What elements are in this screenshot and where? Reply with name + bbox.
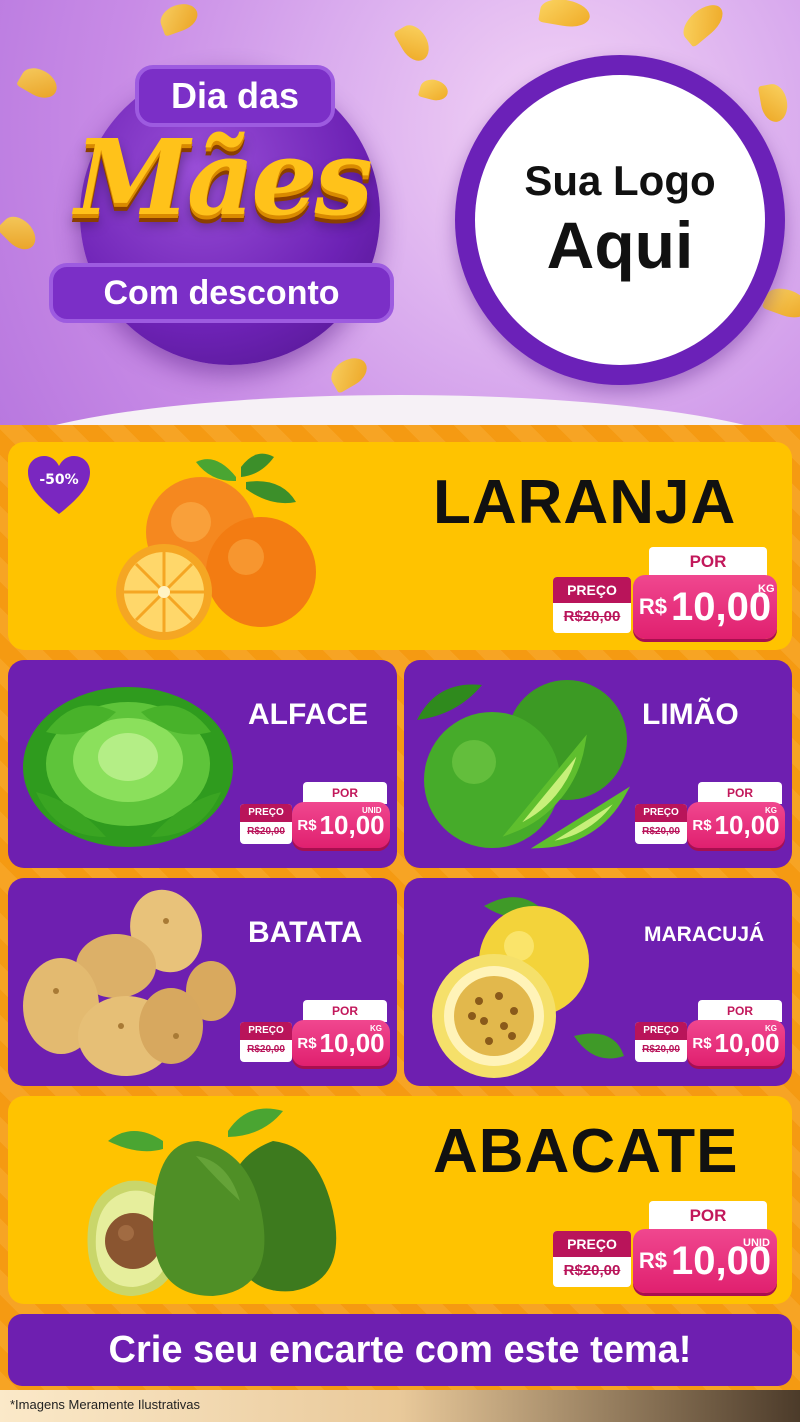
currency: R$ — [638, 594, 667, 619]
preco-box: PREÇO R$20,00 — [553, 1231, 631, 1287]
petal-decoration — [417, 76, 451, 104]
old-price: R$20,00 — [642, 1044, 680, 1055]
orange-icon — [116, 453, 316, 640]
preco-box: PREÇO R$20,00 — [240, 1022, 292, 1062]
product-card-maracuja[interactable]: MARACUJÁ POR PREÇO R$20,00 R$ 10,00 KG — [404, 878, 792, 1086]
potato-icon — [23, 889, 236, 1076]
currency: R$ — [692, 1034, 712, 1052]
price-tag: POR PREÇO R$20,00 R$ 10,00 UNID — [553, 1201, 778, 1301]
old-price: R$20,00 — [563, 1262, 621, 1279]
logo-inner: Sua Logo Aqui — [475, 75, 765, 365]
price-unit: KG — [758, 583, 775, 595]
price-tag: POR PREÇO R$20,00 R$ 10,00 KG — [635, 782, 787, 852]
por-label: POR — [303, 782, 387, 804]
lime-icon — [417, 680, 630, 849]
currency: R$ — [638, 1248, 667, 1273]
badge-main-title: Mães — [74, 116, 373, 239]
preco-box: PREÇO R$20,00 — [635, 1022, 687, 1062]
currency: R$ — [692, 816, 712, 834]
logo-line-2: Aqui — [546, 208, 694, 282]
cta-banner[interactable]: Crie seu encarte com este tema! — [8, 1314, 792, 1386]
discount-badge-text: -50% — [39, 472, 79, 488]
product-name: ABACATE — [433, 1117, 739, 1186]
logo-placeholder[interactable]: Sua Logo Aqui — [455, 55, 785, 385]
preco-box: PREÇO R$20,00 — [635, 804, 687, 844]
preco-label: PREÇO — [553, 1231, 631, 1257]
product-name: LIMÃO — [642, 698, 739, 731]
passion-fruit-icon — [432, 897, 624, 1078]
product-card-laranja[interactable]: -50% LARANJA POR PREÇO R$20,00 R$ 10,00 … — [8, 442, 792, 650]
hero-banner: Dia das Mães Com desconto Sua Logo Aqui — [0, 0, 800, 430]
lettuce-icon — [23, 687, 233, 847]
product-card-abacate[interactable]: ABACATE POR PREÇO R$20,00 R$ 10,00 UNID — [8, 1096, 792, 1304]
preco-label: PREÇO — [553, 577, 631, 603]
preco-label: PREÇO — [240, 804, 292, 822]
product-name: MARACUJÁ — [644, 923, 765, 946]
new-price: R$ 10,00 — [633, 575, 777, 639]
footer-disclaimer: *Imagens Meramente Ilustrativas — [10, 1397, 201, 1412]
price-tag: POR PREÇO R$20,00 R$ 10,00 KG — [635, 1000, 787, 1070]
por-label: POR — [303, 1000, 387, 1022]
price-tag: POR PREÇO R$20,00 R$ 10,00 KG — [240, 1000, 392, 1070]
badge-bottom-label: Com desconto — [49, 263, 394, 323]
old-price: R$20,00 — [247, 1044, 285, 1055]
petal-decoration — [538, 0, 592, 31]
old-price: R$20,00 — [247, 826, 285, 837]
preco-label: PREÇO — [635, 1022, 687, 1040]
price-unit: KG — [765, 1024, 777, 1033]
product-name: ALFACE — [248, 698, 368, 731]
old-price: R$20,00 — [642, 826, 680, 837]
mothers-day-badge: Dia das Mães Com desconto — [25, 55, 420, 385]
price-unit: UNID — [743, 1237, 770, 1249]
petal-decoration — [156, 0, 202, 37]
preco-label: PREÇO — [635, 804, 687, 822]
currency: R$ — [297, 816, 317, 834]
petal-decoration — [757, 82, 791, 124]
price-tag: POR PREÇO R$20,00 R$ 10,00 UNID — [240, 782, 392, 852]
product-card-batata[interactable]: BATATA POR PREÇO R$20,00 R$ 10,00 KG — [8, 878, 397, 1086]
price-unit: KG — [370, 1024, 382, 1033]
preco-label: PREÇO — [240, 1022, 292, 1040]
por-label: POR — [698, 1000, 782, 1022]
avocado-icon — [87, 1108, 337, 1296]
logo-line-1: Sua Logo — [524, 157, 716, 204]
price-unit: UNID — [362, 806, 382, 815]
price-unit: KG — [765, 806, 777, 815]
product-name: LARANJA — [433, 468, 737, 537]
old-price: R$20,00 — [563, 608, 621, 625]
preco-box: PREÇO R$20,00 — [553, 577, 631, 633]
por-label: POR — [698, 782, 782, 804]
por-label: POR — [649, 547, 767, 577]
petal-decoration — [677, 0, 729, 48]
product-card-limao[interactable]: LIMÃO POR PREÇO R$20,00 R$ 10,00 KG — [404, 660, 792, 868]
product-name: BATATA — [248, 916, 363, 949]
currency: R$ — [297, 1034, 317, 1052]
price-value: 10,00 — [671, 584, 772, 629]
por-label: POR — [649, 1201, 767, 1231]
preco-box: PREÇO R$20,00 — [240, 804, 292, 844]
product-card-alface[interactable]: ALFACE POR PREÇO R$20,00 R$ 10,00 UNID — [8, 660, 397, 868]
price-tag: POR PREÇO R$20,00 R$ 10,00 KG — [553, 547, 778, 647]
